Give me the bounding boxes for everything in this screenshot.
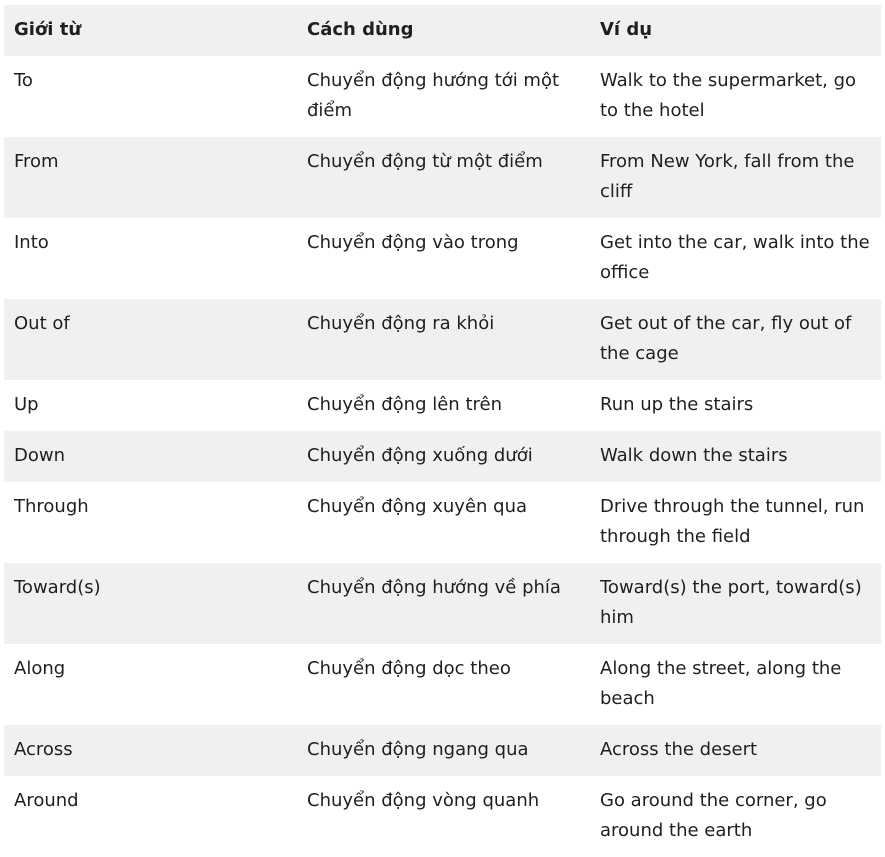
example-cell: From New York, fall from the cliff xyxy=(600,151,855,202)
example-cell: Across the desert xyxy=(600,739,758,760)
preposition-cell: Into xyxy=(14,232,49,253)
preposition-cell: Toward(s) xyxy=(14,577,101,598)
usage-cell: Chuyển động xuống dưới xyxy=(307,445,533,466)
table-row: Into Chuyển động vào trong Get into the … xyxy=(4,218,881,299)
table-row: Along Chuyển động dọc theo Along the str… xyxy=(4,644,881,725)
preposition-cell: Through xyxy=(14,496,89,517)
prepositions-table: Giới từ Cách dùng Ví dụ To Chuyển động h… xyxy=(4,5,881,857)
table-row: To Chuyển động hướng tới một điểm Walk t… xyxy=(4,56,881,137)
table-row: From Chuyển động từ một điểm From New Yo… xyxy=(4,137,881,218)
preposition-cell: From xyxy=(14,151,59,172)
preposition-cell: Up xyxy=(14,394,39,415)
table-row: Out of Chuyển động ra khỏi Get out of th… xyxy=(4,299,881,380)
preposition-cell: Along xyxy=(14,658,66,679)
header-cell-preposition: Giới từ xyxy=(14,19,82,40)
usage-cell: Chuyển động xuyên qua xyxy=(307,496,528,517)
example-cell: Run up the stairs xyxy=(600,394,754,415)
example-cell: Go around the corner, go around the eart… xyxy=(600,790,827,841)
table-row: Toward(s) Chuyển động hướng về phía Towa… xyxy=(4,563,881,644)
usage-cell: Chuyển động ngang qua xyxy=(307,739,529,760)
table-row: Through Chuyển động xuyên qua Drive thro… xyxy=(4,482,881,563)
preposition-cell: To xyxy=(14,70,33,91)
table-row: Down Chuyển động xuống dưới Walk down th… xyxy=(4,431,881,482)
usage-cell: Chuyển động ra khỏi xyxy=(307,313,495,334)
header-cell-example: Ví dụ xyxy=(600,19,653,40)
usage-cell: Chuyển động vào trong xyxy=(307,232,519,253)
preposition-cell: Around xyxy=(14,790,79,811)
preposition-cell: Out of xyxy=(14,313,70,334)
table-row: Around Chuyển động vòng quanh Go around … xyxy=(4,776,881,857)
usage-cell: Chuyển động dọc theo xyxy=(307,658,511,679)
example-cell: Get into the car, walk into the office xyxy=(600,232,870,283)
preposition-cell: Down xyxy=(14,445,66,466)
table-header-row: Giới từ Cách dùng Ví dụ xyxy=(4,5,881,56)
example-cell: Drive through the tunnel, run through th… xyxy=(600,496,865,547)
example-cell: Walk down the stairs xyxy=(600,445,788,466)
example-cell: Along the street, along the beach xyxy=(600,658,842,709)
example-cell: Toward(s) the port, toward(s) him xyxy=(600,577,862,628)
usage-cell: Chuyển động lên trên xyxy=(307,394,502,415)
usage-cell: Chuyển động từ một điểm xyxy=(307,151,543,172)
usage-cell: Chuyển động vòng quanh xyxy=(307,790,540,811)
example-cell: Walk to the supermarket, go to the hotel xyxy=(600,70,857,121)
table-row: Up Chuyển động lên trên Run up the stair… xyxy=(4,380,881,431)
usage-cell: Chuyển động hướng về phía xyxy=(307,577,561,598)
example-cell: Get out of the car, fly out of the cage xyxy=(600,313,852,364)
usage-cell: Chuyển động hướng tới một điểm xyxy=(307,70,560,121)
table-row: Across Chuyển động ngang qua Across the … xyxy=(4,725,881,776)
preposition-cell: Across xyxy=(14,739,73,760)
header-cell-usage: Cách dùng xyxy=(307,19,414,40)
